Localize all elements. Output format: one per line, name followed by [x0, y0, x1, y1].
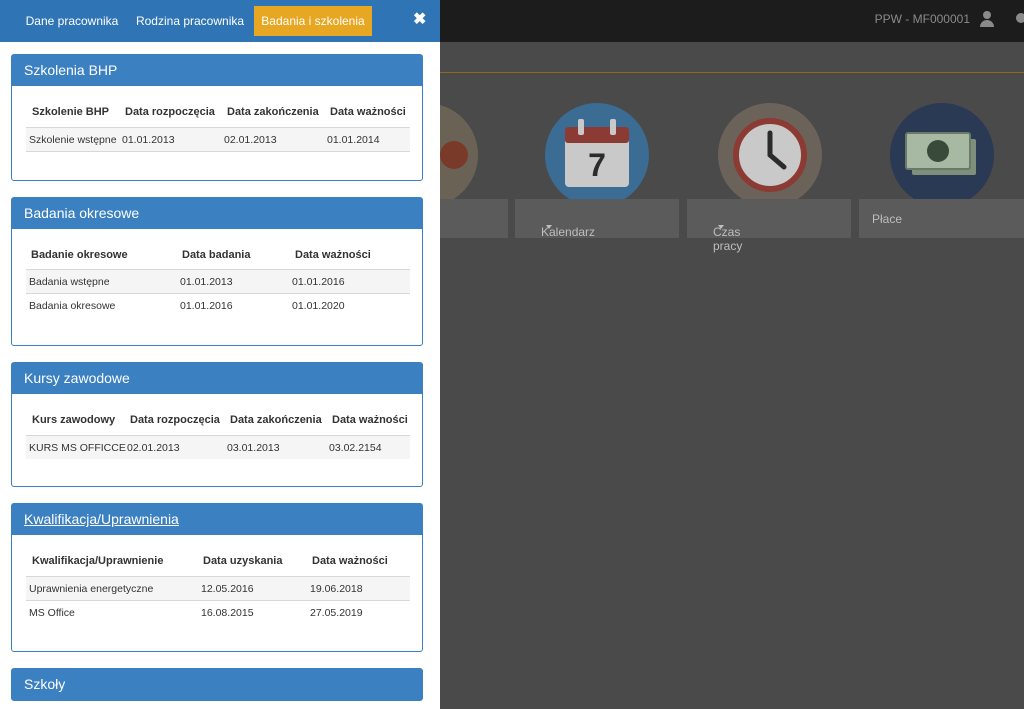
chevron-down-icon [546, 225, 552, 229]
table-row: Badania wstępne 01.01.2013 01.01.2016 [26, 269, 410, 293]
table-cell: 01.01.2013 [180, 276, 233, 288]
tile-kalendarz[interactable]: Kalendarz [515, 199, 679, 239]
table-cell: 01.01.2016 [180, 300, 233, 312]
column-header: Badanie okresowe [31, 249, 128, 261]
table-kwalifikacje: Kwalifikacja/Uprawnienie Data uzyskania … [26, 544, 410, 628]
card-title[interactable]: Kwalifikacja/Uprawnienia [24, 511, 179, 527]
tile-bar-1[interactable] [440, 199, 508, 238]
table-cell: 01.01.2020 [292, 300, 345, 312]
tile-place[interactable]: Płace [859, 199, 1024, 238]
table-cell: MS Office [29, 607, 75, 619]
column-header: Data ważności [332, 414, 408, 426]
card-kwalifikacje: Kwalifikacja/Uprawnienia Kwalifikacja/Up… [11, 503, 423, 652]
table-cell: 27.05.2019 [310, 607, 363, 619]
calendar-day: 7 [588, 147, 606, 183]
column-header: Data ważności [312, 555, 388, 567]
card-szkoly: Szkoły [11, 668, 423, 701]
divider [440, 72, 1024, 73]
close-icon[interactable]: ✖ [413, 9, 426, 29]
table-cell: 02.01.2013 [127, 442, 180, 454]
table-row: MS Office 16.08.2015 27.05.2019 [26, 600, 410, 624]
tile-label: Czas pracy [713, 225, 743, 253]
column-header: Data rozpoczęcia [125, 106, 215, 118]
chevron-down-icon [718, 225, 724, 229]
card-title: Kursy zawodowe [12, 363, 422, 394]
table-cell: 12.05.2016 [201, 583, 254, 595]
column-header: Data ważności [330, 106, 406, 118]
tab-rodzina-pracownika[interactable]: Rodzina pracownika [130, 6, 250, 36]
column-header: Data rozpoczęcia [130, 414, 220, 426]
table-cell: 16.08.2015 [201, 607, 254, 619]
table-cell: Uprawnienia energetyczne [29, 583, 154, 595]
calendar-icon[interactable]: 7 [545, 103, 649, 207]
table-szkolenia-bhp: Szkolenie BHP Data rozpoczęcia Data zako… [26, 95, 410, 155]
table-cell: 01.01.2013 [122, 134, 175, 146]
table-row: KURS MS OFFICCE 02.01.2013 03.01.2013 03… [26, 435, 410, 459]
table-cell: 19.06.2018 [310, 583, 363, 595]
divider [26, 151, 410, 152]
card-szkolenia-bhp: Szkolenia BHP Szkolenie BHP Data rozpocz… [11, 54, 423, 181]
table-badania-okresowe: Badanie okresowe Data badania Data ważno… [26, 238, 410, 322]
tile-czas-pracy[interactable]: Czas pracy [687, 199, 851, 253]
column-header: Data badania [182, 249, 251, 261]
user-code[interactable]: PPW - MF000001 [875, 12, 970, 26]
tab-bar: Dane pracownika Rodzina pracownika Badan… [0, 0, 440, 42]
tab-dane-pracownika[interactable]: Dane pracownika [18, 6, 126, 36]
clock-icon[interactable] [718, 103, 822, 207]
column-header: Szkolenie BHP [32, 106, 110, 118]
table-cell: 01.01.2016 [292, 276, 345, 288]
card-title: Szkoły [12, 669, 422, 700]
column-header: Data zakończenia [227, 106, 319, 118]
table-cell: KURS MS OFFICCE [29, 442, 126, 454]
column-header: Data uzyskania [203, 555, 283, 567]
table-cell: 01.01.2014 [327, 134, 380, 146]
card-title-link[interactable]: Kwalifikacja/Uprawnienia [12, 504, 422, 535]
table-row: Szkolenie wstępne 01.01.2013 02.01.2013 … [26, 127, 410, 151]
tab-badania-i-szkolenia[interactable]: Badania i szkolenia [254, 6, 372, 36]
card-kursy-zawodowe: Kursy zawodowe Kurs zawodowy Data rozpoc… [11, 362, 423, 487]
table-cell: Badania wstępne [29, 276, 110, 288]
column-header: Kurs zawodowy [32, 414, 116, 426]
tile-label: Płace [872, 212, 903, 226]
money-icon[interactable] [890, 103, 994, 207]
chat-icon[interactable] [1016, 13, 1024, 23]
table-row: Uprawnienia energetyczne 12.05.2016 19.0… [26, 576, 410, 600]
side-panel: Dane pracownika Rodzina pracownika Badan… [0, 0, 440, 709]
table-cell: 03.02.2154 [329, 442, 382, 454]
user-icon[interactable] [980, 11, 994, 27]
table-row: Badania okresowe 01.01.2016 01.01.2020 [26, 293, 410, 317]
card-badania-okresowe: Badania okresowe Badanie okresowe Data b… [11, 197, 423, 346]
column-header: Data ważności [295, 249, 371, 261]
card-title: Badania okresowe [12, 198, 422, 229]
table-cell: Badania okresowe [29, 300, 116, 312]
card-title: Szkolenia BHP [12, 55, 422, 86]
table-cell: 03.01.2013 [227, 442, 280, 454]
column-header: Data zakończenia [230, 414, 322, 426]
table-cell: 02.01.2013 [224, 134, 277, 146]
table-cell: Szkolenie wstępne [29, 134, 117, 146]
column-header: Kwalifikacja/Uprawnienie [32, 555, 164, 567]
table-kursy-zawodowe: Kurs zawodowy Data rozpoczęcia Data zako… [26, 403, 410, 463]
